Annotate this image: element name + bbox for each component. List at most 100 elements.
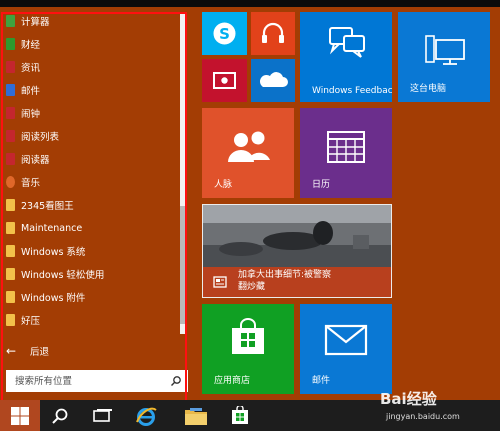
app-item-label: 计算器 (21, 17, 50, 28)
skype-icon: S (213, 22, 236, 45)
computer-icon (425, 35, 465, 65)
app-item-mail[interactable]: 邮件 (0, 79, 178, 101)
app-item-music[interactable]: 音乐 (0, 171, 178, 193)
task-view-button[interactable] (82, 400, 122, 431)
folder-icon (6, 291, 15, 303)
folder-icon (185, 407, 207, 425)
app-item-label: 好压 (21, 316, 41, 327)
reader-icon (6, 153, 15, 165)
app-item-label: Windows 附件 (21, 293, 86, 304)
headphones-icon (262, 22, 284, 43)
skype-tile[interactable]: S (202, 12, 247, 55)
scrollbar-thumb[interactable] (180, 206, 186, 324)
feedback-icon (329, 27, 365, 58)
app-item-folder-haozip[interactable]: 好压 (0, 309, 178, 331)
store-tile[interactable]: 应用商店 (202, 304, 294, 394)
calendar-tile[interactable]: 日历 (300, 108, 392, 198)
start-button[interactable] (0, 400, 40, 431)
tile-label: 这台电脑 (410, 84, 447, 94)
video-icon (213, 72, 236, 89)
back-label: 后退 (30, 347, 50, 358)
cloud-icon (259, 72, 288, 87)
search-button[interactable] (40, 400, 80, 431)
shopping-bag-icon (232, 318, 264, 354)
news-caption: 加拿大出事细节:被警察 翻炒藏 (203, 267, 391, 297)
baidu-watermark: Bai经验 jingyan.baidu.com (380, 388, 498, 428)
news-tile[interactable]: 加拿大出事细节:被警察 翻炒藏 (202, 204, 392, 298)
file-explorer-button[interactable] (176, 400, 216, 431)
folder-icon (6, 222, 15, 234)
app-item-label: Maintenance (21, 222, 83, 234)
app-item-label: 阅读器 (21, 155, 50, 166)
store-button[interactable] (220, 400, 260, 431)
app-item-label: 音乐 (21, 178, 41, 189)
back-button[interactable]: ← 后退 (0, 340, 178, 362)
app-item-label: 阅读列表 (21, 132, 60, 143)
app-item-folder-ease-of-access[interactable]: Windows 轻松使用 (0, 263, 178, 285)
app-list: 计算器 财经 资讯 邮件 闹钟 阅读列表 阅读器 音乐 2345看图王 Main… (0, 7, 178, 332)
app-item-folder-windows-system[interactable]: Windows 系统 (0, 240, 178, 262)
watermark-url: jingyan.baidu.com (386, 412, 460, 421)
app-item-reader[interactable]: 阅读器 (0, 148, 178, 170)
reading-list-icon (6, 130, 15, 142)
internet-explorer-button[interactable] (126, 400, 166, 431)
calendar-icon (327, 131, 365, 163)
this-pc-tile[interactable]: 这台电脑 (398, 12, 490, 102)
tile-label: 邮件 (312, 376, 331, 386)
app-item-label: 邮件 (21, 86, 41, 97)
folder-icon (6, 314, 15, 326)
mail-tile[interactable]: 邮件 (300, 304, 392, 394)
news-photo (203, 205, 391, 267)
app-item-label: 资讯 (21, 63, 41, 74)
app-item-folder-2345[interactable]: 2345看图王 (0, 194, 178, 216)
music-tile[interactable] (251, 12, 295, 55)
people-icon (228, 131, 270, 162)
search-box[interactable] (6, 370, 188, 392)
envelope-icon (324, 324, 368, 356)
tile-label: Windows Feedback (312, 86, 392, 96)
music-icon (6, 176, 15, 188)
news-headline-line2: 翻炒藏 (238, 282, 266, 292)
search-input[interactable] (6, 371, 166, 391)
watermark-brand: Bai经验 (380, 390, 437, 408)
app-item-alarm[interactable]: 闹钟 (0, 102, 178, 124)
tile-label: 应用商店 (214, 376, 251, 386)
news-icon (6, 61, 15, 73)
folder-icon (6, 199, 15, 211)
folder-icon (6, 268, 15, 280)
app-item-label: 财经 (21, 40, 41, 51)
search-icon (171, 376, 181, 386)
app-item-calculator[interactable]: 计算器 (0, 10, 178, 32)
finance-icon (6, 38, 15, 50)
app-item-label: 2345看图王 (21, 201, 74, 212)
app-item-label: Windows 系统 (21, 247, 86, 258)
app-item-label: 闹钟 (21, 109, 41, 120)
newspaper-icon (213, 276, 227, 288)
mail-icon (6, 84, 15, 96)
app-item-label: Windows 轻松使用 (21, 270, 105, 281)
back-arrow-icon: ← (6, 344, 17, 358)
store-icon (232, 405, 248, 424)
tile-label: 人脉 (214, 180, 233, 190)
app-list-scrollbar[interactable] (180, 14, 186, 334)
search-icon (52, 408, 68, 424)
calculator-icon (6, 15, 15, 27)
video-tile[interactable] (202, 59, 247, 102)
tile-label: 日历 (312, 180, 331, 190)
app-item-folder-accessories[interactable]: Windows 附件 (0, 286, 178, 308)
app-item-reading-list[interactable]: 阅读列表 (0, 125, 178, 147)
task-view-icon (93, 408, 112, 422)
people-tile[interactable]: 人脉 (202, 108, 294, 198)
folder-icon (6, 245, 15, 257)
app-item-folder-maintenance[interactable]: Maintenance (0, 217, 178, 239)
alarm-icon (6, 107, 15, 119)
windows-logo-icon (11, 406, 29, 425)
svg-text:S: S (219, 25, 230, 43)
top-strip (0, 0, 500, 7)
onedrive-tile[interactable] (251, 59, 295, 102)
internet-explorer-icon (136, 407, 157, 426)
app-item-news[interactable]: 资讯 (0, 56, 178, 78)
news-headline-line1: 加拿大出事细节:被警察 (238, 270, 332, 280)
app-item-finance[interactable]: 财经 (0, 33, 178, 55)
windows-feedback-tile[interactable]: Windows Feedback (300, 12, 392, 102)
